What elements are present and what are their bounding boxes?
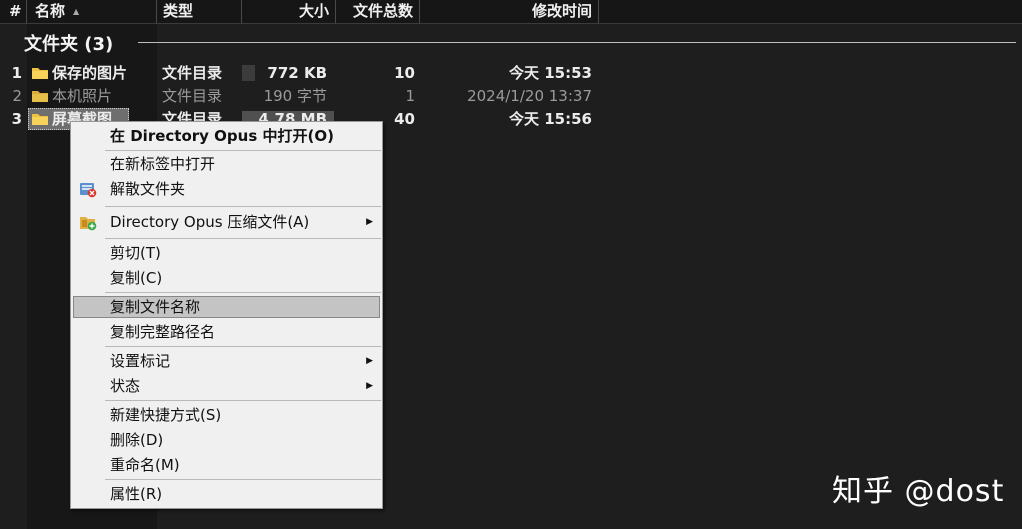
submenu-arrow-icon: ▶ — [366, 356, 373, 366]
menu-item-label: 删除(D) — [110, 431, 164, 449]
menu-item-label: 新建快捷方式(S) — [110, 406, 222, 424]
row-index: 2 — [12, 87, 22, 105]
row-size: 772 KB — [267, 64, 327, 82]
row-size: 190 字节 — [263, 87, 327, 105]
menu-separator — [105, 400, 381, 401]
menu-separator — [105, 206, 381, 207]
menu-item-copy-fullpath[interactable]: 复制完整路径名 — [73, 321, 380, 343]
menu-separator — [105, 479, 381, 480]
submenu-arrow-icon: ▶ — [366, 381, 373, 391]
column-header-bar: # 名称 ▲ 类型 大小 文件总数 修改时间 — [0, 0, 1022, 24]
menu-item-set-label[interactable]: 设置标记 ▶ — [73, 350, 380, 372]
row-date: 2024/1/20 13:37 — [467, 87, 592, 105]
menu-item-label: 在新标签中打开 — [110, 155, 216, 173]
menu-item-label: 解散文件夹 — [110, 180, 186, 198]
row-count: 10 — [394, 64, 415, 82]
header-modified[interactable]: 修改时间 — [420, 0, 599, 23]
menu-item-status[interactable]: 状态 ▶ — [73, 375, 380, 397]
header-name[interactable]: 名称 ▲ — [27, 0, 157, 23]
menu-item-rename[interactable]: 重命名(M) — [73, 454, 380, 476]
menu-item-label: 复制完整路径名 — [110, 323, 216, 341]
header-type[interactable]: 类型 — [157, 0, 242, 23]
menu-item-label: 复制文件名称 — [110, 298, 201, 316]
row-name: 本机照片 — [52, 87, 113, 105]
row-index: 3 — [11, 110, 22, 128]
row-type: 文件目录 — [162, 64, 223, 82]
menu-item-label: 剪切(T) — [110, 244, 161, 262]
row-date: 今天 15:56 — [509, 110, 592, 128]
menu-item-label: 在 Directory Opus 中打开(O) — [110, 127, 334, 145]
menu-item-label: 设置标记 — [110, 352, 171, 370]
row-date: 今天 15:53 — [509, 64, 592, 82]
menu-item-label: Directory Opus 压缩文件(A) — [110, 213, 310, 231]
folder-icon — [32, 68, 48, 79]
watermark-text: 知乎 @dost — [832, 474, 1005, 509]
sort-ascending-icon: ▲ — [73, 7, 80, 16]
menu-item-new-shortcut[interactable]: 新建快捷方式(S) — [73, 404, 380, 426]
archive-folder-icon — [80, 217, 97, 231]
menu-item-label: 重命名(M) — [110, 456, 180, 474]
menu-item-dopus-compress[interactable]: Directory Opus 压缩文件(A) ▶ — [73, 211, 380, 233]
menu-item-open-new-tab[interactable]: 在新标签中打开 — [73, 153, 380, 175]
menu-item-dissolve-folder[interactable]: 解散文件夹 — [73, 178, 380, 200]
dissolve-folder-icon — [80, 183, 97, 198]
menu-separator — [105, 346, 381, 347]
header-size[interactable]: 大小 — [242, 0, 336, 23]
menu-item-properties[interactable]: 属性(R) — [73, 483, 380, 505]
row-index: 1 — [11, 64, 22, 82]
header-index[interactable]: # — [0, 0, 27, 23]
menu-item-copy[interactable]: 复制(C) — [73, 267, 380, 289]
row-name: 保存的图片 — [52, 64, 128, 82]
header-count[interactable]: 文件总数 — [336, 0, 420, 23]
menu-item-label: 属性(R) — [110, 485, 163, 503]
row-count: 1 — [405, 87, 415, 105]
menu-item-cut[interactable]: 剪切(T) — [73, 242, 380, 264]
menu-separator — [105, 150, 381, 151]
folder-icon — [32, 114, 48, 125]
menu-item-delete[interactable]: 删除(D) — [73, 429, 380, 451]
menu-item-label: 状态 — [110, 377, 141, 395]
menu-item-copy-filename[interactable]: 复制文件名称 — [73, 296, 380, 318]
group-divider — [138, 42, 1016, 43]
list-item[interactable]: 1 保存的图片 文件目录 772 KB 10 今天 15:53 — [0, 62, 620, 84]
menu-item-open-in-dopus[interactable]: 在 Directory Opus 中打开(O) — [73, 125, 380, 147]
menu-item-label: 复制(C) — [110, 269, 163, 287]
menu-separator — [105, 238, 381, 239]
group-title[interactable]: 文件夹 (3) — [24, 30, 113, 56]
header-name-label: 名称 — [35, 2, 66, 20]
folder-icon — [32, 91, 48, 102]
context-menu: 在 Directory Opus 中打开(O) 在新标签中打开 解散文件夹 Di… — [70, 121, 383, 509]
menu-separator — [105, 292, 381, 293]
row-type: 文件目录 — [162, 87, 223, 105]
list-item[interactable]: 2 本机照片 文件目录 190 字节 1 2024/1/20 13:37 — [0, 85, 620, 107]
submenu-arrow-icon: ▶ — [366, 217, 373, 227]
